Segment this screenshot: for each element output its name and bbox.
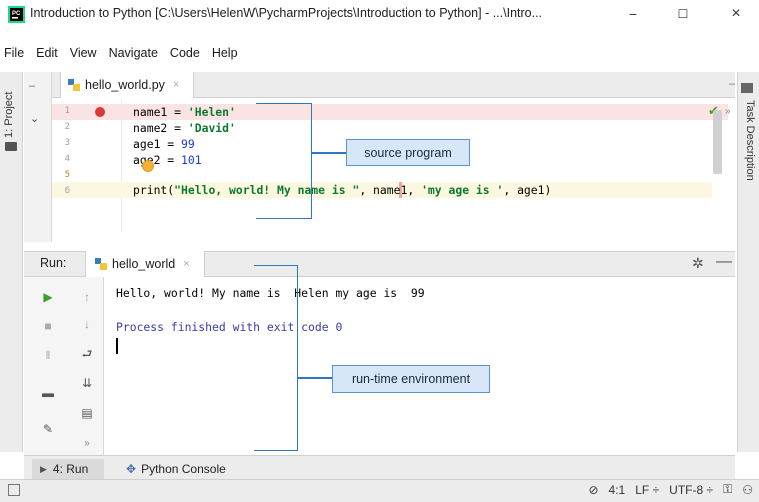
pause-icon[interactable]: ‖: [37, 344, 59, 366]
print-icon[interactable]: ▤: [76, 402, 98, 424]
play-icon: ▶: [40, 463, 47, 474]
line-number: 4: [64, 154, 70, 164]
tab-label: hello_world.py: [85, 78, 165, 92]
run-tab-label: hello_world: [112, 257, 176, 271]
code-text: print(: [133, 183, 175, 197]
line-separator[interactable]: LF ÷: [635, 483, 659, 497]
number-literal: 101: [181, 153, 202, 167]
rerun-play-icon[interactable]: ▶: [37, 286, 59, 308]
scroll-to-end-icon[interactable]: ⇊: [76, 372, 98, 394]
runtime-connector: [298, 377, 332, 379]
console-finish-line: Process finished with exit code 0: [116, 320, 343, 334]
minimize-panel-icon[interactable]: —: [716, 253, 732, 271]
python-console-label: Python Console: [141, 462, 226, 476]
line-number: 6: [64, 186, 70, 196]
code-line-2: name2 = 'David': [133, 120, 236, 136]
menu-navigate[interactable]: Navigate: [109, 46, 158, 66]
line-number: 3: [64, 138, 70, 148]
menu-help[interactable]: Help: [212, 46, 238, 66]
menu-edit[interactable]: Edit: [36, 46, 58, 66]
code-text: , name1,: [359, 183, 422, 197]
editor-scrollbar[interactable]: [713, 110, 722, 174]
line-number: 2: [64, 122, 70, 132]
arrow-down-icon[interactable]: ↓: [76, 313, 98, 335]
close-button[interactable]: ×: [713, 0, 759, 28]
layout-icon[interactable]: ▬: [37, 382, 59, 404]
string-literal: 'David': [187, 121, 236, 135]
line-number: 5: [64, 170, 70, 180]
stop-icon[interactable]: ■: [37, 315, 59, 337]
double-chevron-icon[interactable]: »: [725, 106, 731, 117]
folder-icon: [5, 142, 17, 151]
collapse-icon[interactable]: –: [29, 80, 35, 92]
chevron-down-icon[interactable]: ⌄: [30, 112, 39, 125]
python-file-icon: [68, 79, 80, 91]
python-console-icon: ✥: [126, 462, 137, 476]
code-text: name1 =: [133, 105, 188, 119]
task-description-tab[interactable]: Task Description: [740, 100, 756, 210]
code-line-1: name1 = 'Helen': [133, 104, 236, 120]
pycharm-app-icon: PC: [8, 6, 25, 23]
minimize-button[interactable]: −: [610, 0, 656, 28]
code-line-5: print("Hello, world! My name is ", name1…: [133, 182, 551, 198]
source-connector: [312, 152, 346, 154]
status-right-group: ⊘ 4:1 LF ÷ UTF-8 ÷ ⚿ ⚇: [588, 482, 753, 497]
window-title: Introduction to Python [C:\Users\HelenW\…: [30, 6, 543, 20]
tab-hello-world-py[interactable]: hello_world.py ×: [60, 72, 194, 98]
project-tool-tab[interactable]: 1: Project: [3, 78, 19, 138]
source-bracket: [256, 103, 312, 219]
menu-code[interactable]: Code: [170, 46, 200, 66]
code-text: age1 =: [133, 137, 182, 151]
more-icon[interactable]: »: [76, 432, 98, 454]
python-console-button[interactable]: ✥ Python Console: [126, 462, 226, 476]
number-literal: 99: [181, 137, 195, 151]
string-literal: 'my age is ': [421, 183, 504, 197]
inspector-icon[interactable]: ⚇: [742, 483, 753, 497]
maximize-button[interactable]: ☐: [660, 0, 706, 28]
pin-icon[interactable]: ✎: [37, 418, 59, 440]
runtime-bracket: [254, 265, 298, 451]
lock-icon[interactable]: ⚿: [723, 482, 732, 497]
string-literal: 'Helen': [187, 105, 236, 119]
lightbulb-icon[interactable]: [142, 160, 154, 172]
breakpoint-icon[interactable]: [95, 107, 105, 117]
run-label: Run:: [40, 256, 67, 270]
file-encoding[interactable]: UTF-8 ÷: [669, 483, 713, 497]
line-number: 1: [64, 106, 70, 116]
collapse-icon[interactable]: –: [729, 78, 735, 90]
code-text: age2 =: [133, 153, 182, 167]
code-line-3: age1 = 99: [133, 136, 195, 152]
menu-view[interactable]: View: [70, 46, 97, 66]
arrow-up-icon[interactable]: ↑: [76, 286, 98, 308]
svg-text:PC: PC: [12, 11, 21, 17]
python-file-icon: [95, 258, 107, 270]
source-program-label: source program: [346, 139, 470, 166]
no-entry-icon[interactable]: ⊘: [588, 483, 598, 497]
code-text: name2 =: [133, 121, 188, 135]
project-panel-collapsed: [24, 72, 52, 242]
tab-run-hello-world[interactable]: hello_world ×: [85, 251, 205, 277]
tab-close-icon[interactable]: ×: [183, 258, 189, 270]
menu-bar: File Edit View Navigate Code Help: [0, 46, 759, 66]
caret-position[interactable]: 4:1: [609, 483, 626, 497]
console-cursor: [116, 338, 118, 354]
menu-file[interactable]: File: [4, 46, 24, 66]
runtime-environment-label: run-time environment: [332, 365, 490, 393]
run-tool-button[interactable]: ▶ 4: Run: [32, 459, 104, 479]
layout-icon[interactable]: [8, 484, 20, 496]
code-text: , age1): [503, 183, 552, 197]
run-tool-label: 4: Run: [52, 462, 89, 476]
tab-close-icon[interactable]: ×: [173, 79, 179, 91]
soft-wrap-icon[interactable]: ⮐: [76, 344, 98, 366]
panel-icon: [741, 83, 753, 93]
gear-icon[interactable]: ✲: [692, 255, 704, 272]
